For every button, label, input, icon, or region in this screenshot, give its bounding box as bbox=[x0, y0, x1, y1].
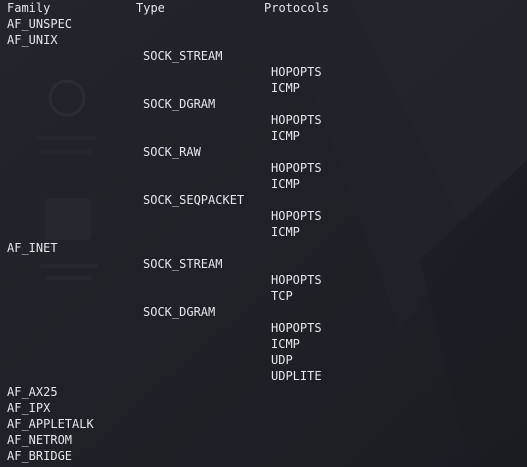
type-line: SOCK_STREAM bbox=[143, 49, 223, 63]
protocol-line: HOPOPTS bbox=[271, 113, 322, 127]
protocol-line: HOPOPTS bbox=[271, 161, 322, 175]
type-line: SOCK_DGRAM bbox=[143, 97, 216, 111]
header-protocols: Protocols bbox=[264, 1, 330, 15]
family-line: AF_APPLETALK bbox=[7, 417, 94, 431]
family-line: AF_INET bbox=[7, 241, 58, 255]
protocol-line: ICMP bbox=[271, 177, 300, 191]
protocol-line: UDP bbox=[271, 353, 293, 367]
protocol-line: HOPOPTS bbox=[271, 209, 322, 223]
family-line: AF_UNIX bbox=[7, 33, 58, 47]
protocol-line: HOPOPTS bbox=[271, 65, 322, 79]
family-line: AF_AX25 bbox=[7, 385, 58, 399]
type-line: SOCK_RAW bbox=[143, 145, 201, 159]
protocol-line: ICMP bbox=[271, 337, 300, 351]
terminal-output: Family Type Protocols AF_UNSPEC AF_UNIX SO… bbox=[0, 0, 527, 467]
header-family: Family bbox=[7, 1, 51, 15]
protocol-line: UDPLITE bbox=[271, 369, 322, 383]
protocol-line: ICMP bbox=[271, 129, 300, 143]
header-type: Type bbox=[136, 1, 165, 15]
protocol-line: ICMP bbox=[271, 225, 300, 239]
protocol-line: HOPOPTS bbox=[271, 321, 322, 335]
protocol-line: ICMP bbox=[271, 81, 300, 95]
type-line: SOCK_DGRAM bbox=[143, 305, 216, 319]
family-line: AF_IPX bbox=[7, 401, 51, 415]
protocol-line: HOPOPTS bbox=[271, 273, 322, 287]
family-line: AF_NETROM bbox=[7, 433, 73, 447]
protocol-line: TCP bbox=[271, 289, 293, 303]
type-line: SOCK_STREAM bbox=[143, 257, 223, 271]
family-line: AF_UNSPEC bbox=[7, 17, 73, 31]
family-line: AF_BRIDGE bbox=[7, 449, 73, 463]
type-line: SOCK_SEQPACKET bbox=[143, 193, 245, 207]
